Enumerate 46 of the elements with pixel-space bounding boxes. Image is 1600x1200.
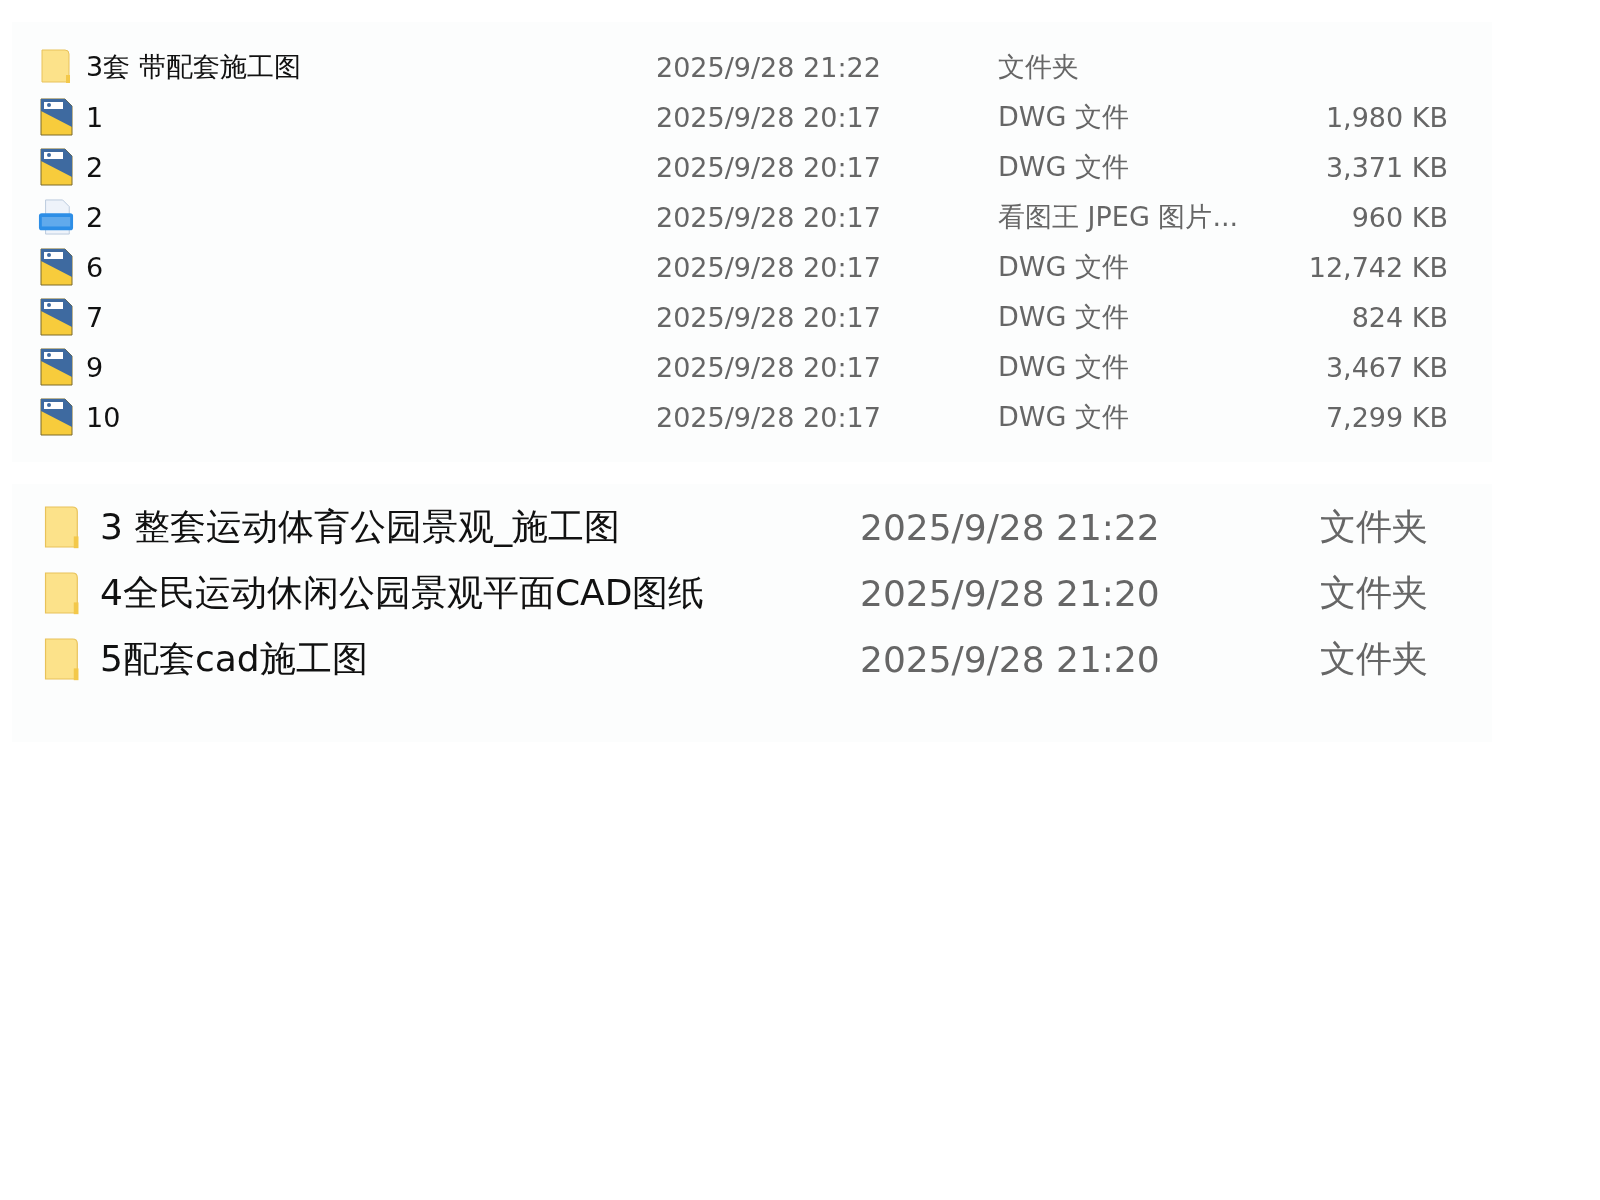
file-type: 文件夹 <box>1320 570 1428 615</box>
file-size: 3,467 KB <box>1324 351 1448 383</box>
drawing-file-icon <box>38 297 74 337</box>
modified-date: 2025/9/28 20:17 <box>656 301 882 333</box>
file-type: DWG 文件 <box>998 400 1130 434</box>
drawing-file-icon <box>38 347 74 387</box>
file-name[interactable]: 1 <box>86 101 104 133</box>
file-type: 文件夹 <box>1320 504 1428 549</box>
file-name[interactable]: 10 <box>86 401 121 433</box>
modified-date: 2025/9/28 20:17 <box>656 151 882 183</box>
file-type: 文件夹 <box>1320 636 1428 681</box>
folder-name[interactable]: 3 整套运动体育公园景观_施工图 <box>100 502 621 552</box>
folder-name[interactable]: 5配套cad施工图 <box>100 634 368 684</box>
file-type: DWG 文件 <box>998 300 1130 334</box>
file-size: 824 KB <box>1350 301 1448 333</box>
file-name[interactable]: 2 <box>86 201 104 233</box>
drawing-file-icon <box>38 247 74 287</box>
modified-date: 2025/9/28 20:17 <box>656 101 882 133</box>
modified-date: 2025/9/28 20:17 <box>656 251 882 283</box>
file-type: 看图王 JPEG 图片... <box>998 200 1240 234</box>
file-type: DWG 文件 <box>998 100 1130 134</box>
file-type: DWG 文件 <box>998 150 1130 184</box>
folder-name[interactable]: 4全民运动休闲公园景观平面CAD图纸 <box>100 568 705 618</box>
modified-date: 2025/9/28 21:20 <box>860 638 1161 680</box>
file-size: 7,299 KB <box>1324 401 1448 433</box>
modified-date: 2025/9/28 20:17 <box>656 401 882 433</box>
file-type: 文件夹 <box>998 50 1080 84</box>
file-size: 12,742 KB <box>1307 251 1448 283</box>
file-size: 3,371 KB <box>1324 151 1448 183</box>
file-name[interactable]: 2 <box>86 151 104 183</box>
file-type: DWG 文件 <box>998 250 1130 284</box>
file-name[interactable]: 7 <box>86 301 104 333</box>
drawing-file-icon <box>38 397 74 437</box>
modified-date: 2025/9/28 20:17 <box>656 201 882 233</box>
drawing-file-icon <box>38 147 74 187</box>
file-type: DWG 文件 <box>998 350 1130 384</box>
file-size: 1,980 KB <box>1324 101 1448 133</box>
file-name[interactable]: 6 <box>86 251 104 283</box>
modified-date: 2025/9/28 21:20 <box>860 572 1161 614</box>
modified-date: 2025/9/28 21:22 <box>656 51 882 83</box>
file-name[interactable]: 9 <box>86 351 104 383</box>
modified-date: 2025/9/28 20:17 <box>656 351 882 383</box>
drawing-file-icon <box>38 97 74 137</box>
file-name[interactable]: 3套 带配套施工图 <box>86 49 301 85</box>
file-size: 960 KB <box>1350 201 1448 233</box>
modified-date: 2025/9/28 21:22 <box>860 506 1161 548</box>
